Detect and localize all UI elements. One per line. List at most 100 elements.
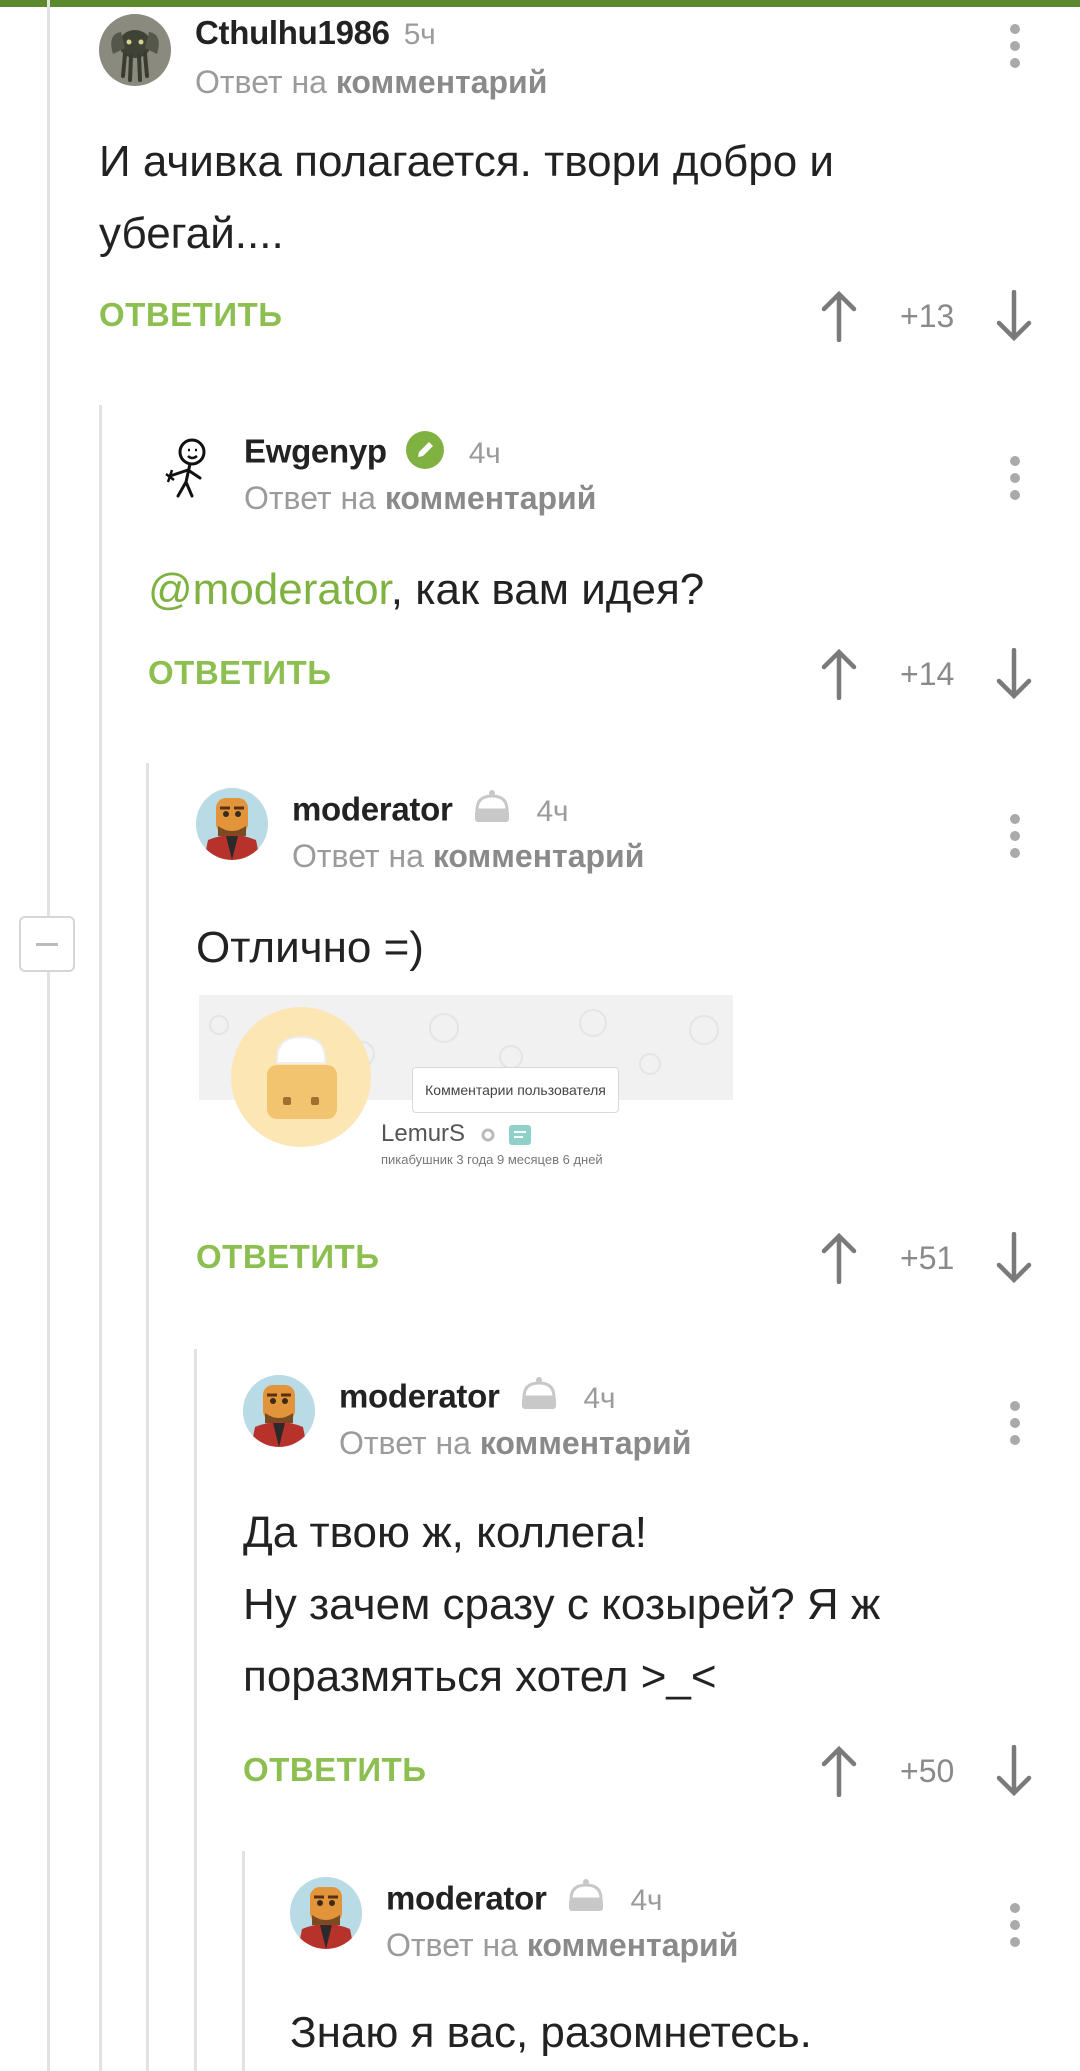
avatar[interactable] xyxy=(196,788,268,860)
reply-button[interactable]: ОТВЕТИТЬ xyxy=(243,1751,426,1789)
comment-actions: ОТВЕТИТЬ +51 xyxy=(196,1228,1059,1288)
avatar[interactable] xyxy=(243,1375,315,1447)
comment-text: @moderator, как вам идея? xyxy=(148,554,704,626)
reply-prefix: Ответ на xyxy=(339,1425,471,1461)
comment-text: Да твою ж, коллега! Ну зачем сразу с коз… xyxy=(243,1497,880,1713)
toaster-mascot-icon xyxy=(267,1035,337,1119)
downvote-arrow-icon[interactable] xyxy=(994,290,1034,342)
thread-line-level-2 xyxy=(99,405,102,2071)
avatar[interactable] xyxy=(290,1877,362,1949)
profile-subtitle: пикабушник 3 года 9 месяцев 6 дней xyxy=(381,1152,603,1167)
downvote-arrow-icon[interactable] xyxy=(994,1232,1034,1284)
reply-button[interactable]: ОТВЕТИТЬ xyxy=(148,654,331,692)
comment: Cthulhu1986 5ч Ответ на комментарий И ачи… xyxy=(99,14,1059,354)
reply-prefix: Ответ на xyxy=(244,480,376,516)
username-text[interactable]: moderator xyxy=(386,1880,547,1917)
comment-text: И ачивка полагается. твори добро и убега… xyxy=(99,126,834,270)
reply-to: Ответ на комментарий xyxy=(386,1927,738,1964)
comment-line: поразмяться хотел >_< xyxy=(243,1652,717,1701)
downvote-arrow-icon[interactable] xyxy=(994,648,1034,700)
comment-time: 4ч xyxy=(468,436,501,470)
embedded-image[interactable]: Комментарии пользователя LemurS пикабушн… xyxy=(199,995,733,1173)
comment: Ewgenyp 4ч Ответ на комментарий @moderato… xyxy=(148,430,1059,730)
comment-time: 4ч xyxy=(630,1883,663,1917)
tooltip: Комментарии пользователя xyxy=(412,1067,619,1113)
gear-icon xyxy=(481,1128,495,1142)
vote-score: +14 xyxy=(900,656,955,692)
reply-target-link[interactable]: комментарий xyxy=(336,64,548,100)
profile-name-text: LemurS xyxy=(381,1120,466,1147)
comment-time: 4ч xyxy=(536,794,569,828)
moderator-avatar-icon xyxy=(243,1375,315,1447)
reply-target-link[interactable]: комментарий xyxy=(433,838,645,874)
username-text[interactable]: Ewgenyp xyxy=(244,433,387,470)
vote-controls: +51 xyxy=(819,1228,1059,1288)
username[interactable]: Cthulhu1986 5ч xyxy=(195,14,436,52)
reply-to: Ответ на комментарий xyxy=(292,838,644,875)
reply-prefix: Ответ на xyxy=(386,1927,518,1963)
username-text[interactable]: Cthulhu1986 xyxy=(195,14,390,51)
more-options-icon[interactable] xyxy=(1010,1401,1020,1449)
comment-actions: ОТВЕТИТЬ +14 xyxy=(148,644,1059,704)
moderator-avatar-icon xyxy=(196,788,268,860)
reply-target-link[interactable]: комментарий xyxy=(527,1927,739,1963)
cthulhu-avatar-icon xyxy=(99,14,171,86)
thread-line-level-4 xyxy=(194,1349,197,2071)
more-options-icon[interactable] xyxy=(1010,1903,1020,1951)
avatar[interactable] xyxy=(148,430,220,502)
moderator-cake-icon xyxy=(565,1877,607,1925)
vote-controls: +13 xyxy=(819,286,1059,346)
upvote-arrow-icon[interactable] xyxy=(819,1232,859,1284)
minus-icon xyxy=(36,943,58,946)
downvote-arrow-icon[interactable] xyxy=(994,1745,1034,1797)
vote-score: +13 xyxy=(900,298,955,334)
username[interactable]: moderator 4ч xyxy=(339,1375,616,1423)
more-options-icon[interactable] xyxy=(1010,814,1020,862)
mention-link[interactable]: @moderator xyxy=(148,565,391,614)
upvote-arrow-icon[interactable] xyxy=(819,290,859,342)
reply-button[interactable]: ОТВЕТИТЬ xyxy=(196,1238,379,1276)
reply-target-link[interactable]: комментарий xyxy=(385,480,597,516)
comment-time: 4ч xyxy=(583,1381,616,1415)
chat-icon xyxy=(509,1124,532,1145)
username[interactable]: Ewgenyp 4ч xyxy=(244,430,501,478)
comment-actions: ОТВЕТИТЬ +50 xyxy=(243,1741,1059,1801)
comment-line: Знаю я вас, разомнетесь. xyxy=(290,2008,812,2057)
stick-figure-avatar-icon xyxy=(165,438,206,498)
moderator-cake-icon xyxy=(518,1375,560,1423)
more-options-icon[interactable] xyxy=(1010,24,1020,72)
reply-to: Ответ на комментарий xyxy=(244,480,596,517)
profile-name: LemurS xyxy=(381,1120,532,1148)
username-text[interactable]: moderator xyxy=(339,1378,500,1415)
collapse-thread-button[interactable] xyxy=(19,916,75,972)
reply-target-link[interactable]: комментарий xyxy=(480,1425,692,1461)
comment-line: И ачивка полагается. твори добро и xyxy=(99,137,834,186)
username[interactable]: moderator 4ч xyxy=(292,788,569,836)
top-accent-bar xyxy=(0,0,1080,7)
comment-time: 5ч xyxy=(403,18,436,51)
comment: moderator 4ч Ответ на комментарий Знаю я … xyxy=(290,1877,1059,2071)
comment-line: Да твою ж, коллега! xyxy=(243,1508,647,1557)
comment-text: Знаю я вас, разомнетесь. xyxy=(290,1997,812,2069)
comment-line: Ну зачем сразу с козырей? Я ж xyxy=(243,1580,881,1629)
comment-actions: ОТВЕТИТЬ +13 xyxy=(99,286,1059,346)
vote-controls: +14 xyxy=(819,644,1059,704)
reply-to: Ответ на комментарий xyxy=(339,1425,691,1462)
pencil-badge-icon xyxy=(405,430,445,478)
avatar[interactable] xyxy=(99,14,171,86)
profile-avatar xyxy=(231,1007,371,1147)
thread-line-level-5 xyxy=(242,1851,245,2071)
vote-score: +50 xyxy=(900,1753,955,1789)
upvote-arrow-icon[interactable] xyxy=(819,648,859,700)
more-options-icon[interactable] xyxy=(1010,456,1020,504)
reply-to: Ответ на комментарий xyxy=(195,64,547,101)
username-text[interactable]: moderator xyxy=(292,791,453,828)
comment-line: , как вам идея? xyxy=(390,565,705,614)
comment-line: Отлично =) xyxy=(196,923,424,972)
upvote-arrow-icon[interactable] xyxy=(819,1745,859,1797)
reply-button[interactable]: ОТВЕТИТЬ xyxy=(99,296,282,334)
comment-line: убегай.... xyxy=(99,209,284,258)
vote-controls: +50 xyxy=(819,1741,1059,1801)
username[interactable]: moderator 4ч xyxy=(386,1877,663,1925)
moderator-cake-icon xyxy=(471,788,513,836)
